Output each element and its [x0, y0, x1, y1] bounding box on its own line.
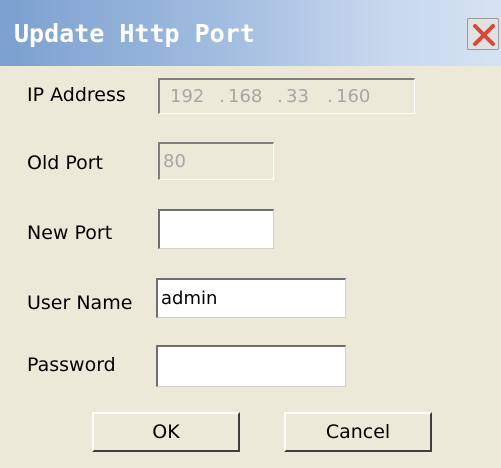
password-input[interactable]	[156, 345, 346, 387]
cancel-button[interactable]: Cancel	[284, 412, 432, 452]
ip-address-field: 192 . 168 . 33 . 160	[158, 78, 415, 114]
ok-button-label: OK	[152, 421, 180, 443]
old-port-label: Old Port	[27, 152, 103, 174]
new-port-label: New Port	[27, 222, 113, 244]
close-icon	[473, 24, 495, 46]
close-button[interactable]	[467, 18, 499, 50]
ip-dot: .	[277, 86, 283, 107]
password-label: Password	[27, 354, 116, 376]
window-title: Update Http Port	[14, 19, 255, 48]
old-port-field	[158, 142, 274, 180]
cancel-button-label: Cancel	[325, 421, 391, 443]
ip-octet-2: 168	[228, 86, 263, 107]
user-name-input[interactable]	[156, 278, 346, 318]
title-bar[interactable]: Update Http Port	[0, 0, 501, 66]
ip-octet-4: 160	[336, 86, 371, 107]
new-port-input[interactable]	[158, 209, 274, 249]
ip-address-label: IP Address	[27, 84, 126, 106]
ok-button[interactable]: OK	[92, 412, 240, 452]
user-name-label: User Name	[27, 292, 133, 314]
ip-octet-3: 33	[286, 86, 309, 107]
ip-octet-1: 192	[170, 86, 205, 107]
update-http-port-dialog: Update Http Port IP Address 192 . 168 . …	[0, 0, 501, 468]
ip-dot: .	[327, 86, 333, 107]
ip-dot: .	[219, 86, 225, 107]
